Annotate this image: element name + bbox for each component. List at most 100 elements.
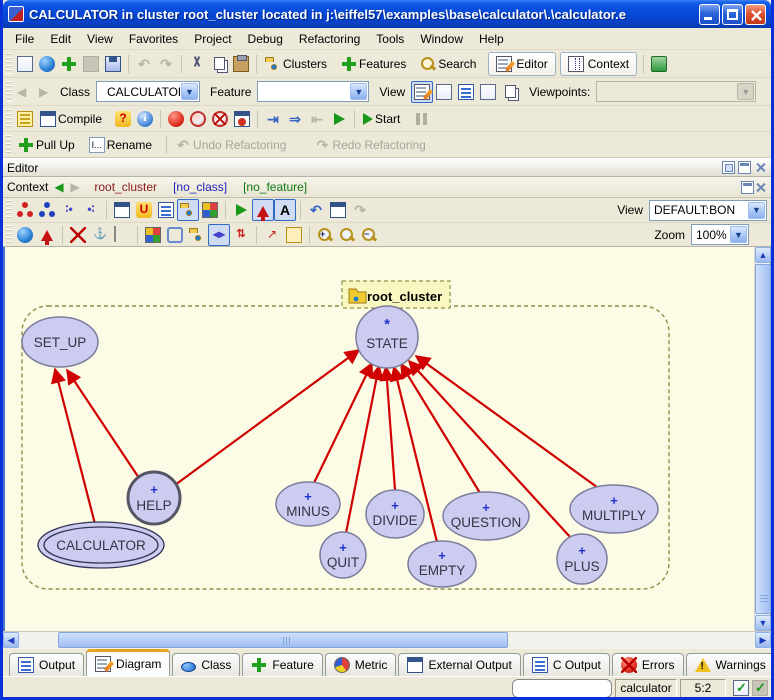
new-window-button[interactable] [14,53,36,75]
clusters-button[interactable]: Clusters [261,53,337,75]
tab-external-output[interactable]: External Output [398,653,520,676]
contract-view-button[interactable] [477,81,499,103]
diagram-history-button[interactable] [327,199,349,221]
history-back-button[interactable]: ◀ [14,81,36,103]
remove-breakpoints-button[interactable] [209,108,231,130]
maximize-panel-icon[interactable] [738,161,751,174]
diagram-redo-button[interactable]: ↷ [349,199,371,221]
redo-refactoring-button[interactable]: ↷ Redo Refactoring [310,134,435,156]
force-layout-button[interactable] [199,199,221,221]
cluster-layout-button[interactable] [186,224,208,246]
maximize-panel-icon[interactable] [741,181,754,194]
vertical-scrollbar[interactable]: ▲ ▼ [754,247,770,631]
uml-toggle-button[interactable]: U [133,199,155,221]
edge-calculator-setup[interactable] [55,369,95,524]
menu-help[interactable]: Help [471,30,512,48]
toolbar-grip[interactable] [6,225,11,243]
undo-button[interactable]: ↶ [133,53,155,75]
menu-view[interactable]: View [79,30,121,48]
horizontal-scroll-thumb[interactable] [58,632,508,648]
tab-warnings[interactable]: ! Warnings [686,653,774,676]
system-info-button[interactable]: i [134,108,156,130]
tab-c-output[interactable]: C Output [523,653,610,676]
context-toggle-button[interactable]: Context [560,52,637,76]
vertical-layout-button[interactable]: ⇅ [230,224,252,246]
node-empty[interactable]: + EMPTY [408,541,476,587]
rename-button[interactable]: I... Rename [85,134,162,156]
uml-card-button[interactable] [155,199,177,221]
toolbar-grip[interactable] [6,81,11,103]
zoom-fit-button[interactable] [336,224,358,246]
node-plus[interactable]: + PLUS [557,534,607,584]
chevron-down-icon[interactable]: ▼ [350,83,367,100]
history-forward-button[interactable]: ▶ [36,81,58,103]
tab-metric[interactable]: Metric [325,653,397,676]
maximize-button[interactable] [722,4,743,25]
node-quit[interactable]: + QUIT [320,532,366,578]
scroll-right-button[interactable]: ▶ [755,632,771,648]
step-over-button[interactable]: ⇥ [262,108,284,130]
toolbar-grip[interactable] [6,200,11,219]
clients-button[interactable]: ∶• [58,199,80,221]
start-button[interactable]: Start [359,108,410,130]
diagram-svg[interactable]: root_cluster SET_UP * STATE + HELP CALCU [5,247,757,631]
erase-button[interactable] [111,224,133,246]
save-button[interactable] [102,53,124,75]
menu-tools[interactable]: Tools [368,30,412,48]
zoom-combo[interactable]: 100% ▼ [691,224,749,245]
menu-file[interactable]: File [7,30,42,48]
menu-refactoring[interactable]: Refactoring [291,30,368,48]
scroll-up-button[interactable]: ▲ [755,247,771,263]
tab-class[interactable]: Class [172,653,240,676]
edge-help-state[interactable] [175,350,359,485]
features-button[interactable]: Features [337,53,416,75]
toolbar-grip[interactable] [6,135,11,155]
close-panel-icon[interactable] [754,181,767,194]
viewpoints-combo[interactable]: ▼ [596,81,756,102]
search-button[interactable]: Search [416,53,486,75]
pause-button[interactable] [410,108,432,130]
suppliers-button[interactable]: •∶ [80,199,102,221]
edge-divide-state[interactable] [386,367,395,490]
chevron-down-icon[interactable]: ▼ [730,226,747,243]
scroll-down-button[interactable]: ▼ [755,615,771,631]
export-image-button[interactable] [111,199,133,221]
text-view-button[interactable] [411,81,433,103]
close-panel-icon[interactable] [754,161,767,174]
titlebar[interactable]: CALCULATOR in cluster root_cluster locat… [3,0,771,28]
text-tool-button[interactable]: A [274,199,296,221]
menu-favorites[interactable]: Favorites [121,30,186,48]
zoom-out-button[interactable]: − [358,224,380,246]
edge-minus-state[interactable] [314,363,372,483]
zoom-in-button[interactable]: + [314,224,336,246]
interface-view-button[interactable] [499,81,521,103]
client-link-button[interactable] [230,199,252,221]
node-question[interactable]: + QUESTION [443,492,529,540]
external-editor-button[interactable] [648,53,670,75]
clickable-view-button[interactable] [433,81,455,103]
copy-button[interactable] [208,53,230,75]
node-state[interactable]: * STATE [356,306,418,368]
node-help[interactable]: + HELP [128,472,180,524]
enable-breakpoints-button[interactable] [165,108,187,130]
menu-project[interactable]: Project [186,30,239,48]
diagram-undo-button[interactable]: ↶ [305,199,327,221]
run-to-cursor-button[interactable] [328,108,350,130]
context-cluster[interactable]: root_cluster [94,180,157,194]
compile-button[interactable]: Compile [36,108,112,130]
tab-feature[interactable]: Feature [242,653,322,676]
remove-anchor-button[interactable]: ⚓ [89,224,111,246]
diagram-canvas[interactable]: root_cluster SET_UP * STATE + HELP CALCU [3,247,771,631]
node-multiply[interactable]: + MULTIPLY [570,485,658,533]
menu-edit[interactable]: Edit [42,30,79,48]
undo-refactoring-button[interactable]: ↶ Undo Refactoring [171,134,296,156]
node-calculator[interactable]: CALCULATOR [38,522,164,568]
diagram-view-combo[interactable]: DEFAULT:BON ▼ [649,200,767,221]
stop-button[interactable] [432,108,454,130]
class-combo[interactable]: CALCULATOR ▼ [96,81,200,102]
toolbar-grip[interactable] [6,53,11,75]
minimize-button[interactable] [699,4,720,25]
edge-help-setup[interactable] [67,370,141,481]
cluster-view-button[interactable] [177,199,199,221]
new-class-button[interactable] [14,224,36,246]
